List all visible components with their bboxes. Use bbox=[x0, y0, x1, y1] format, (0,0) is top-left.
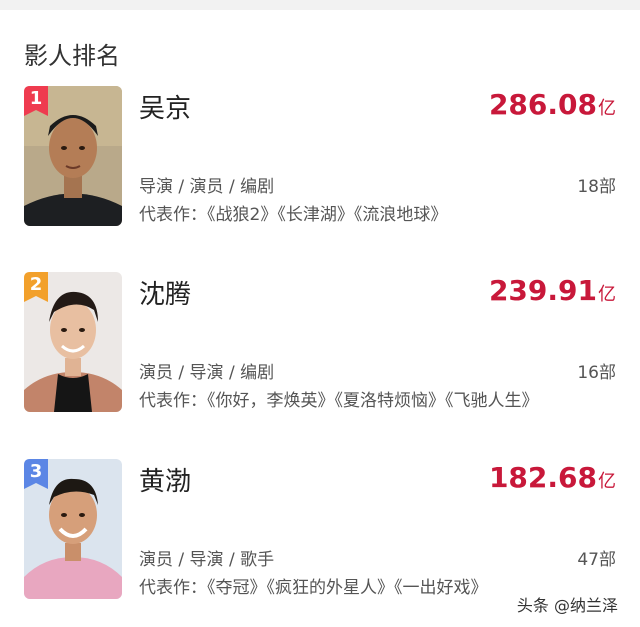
representative-works: 代表作：《你好，李焕英》《夏洛特烦恼》《飞驰人生》 bbox=[139, 391, 539, 411]
section-title: 影人排名 bbox=[24, 42, 120, 70]
representative-works: 代表作：《战狼2》《长津湖》《流浪地球》 bbox=[139, 205, 448, 225]
box-office-unit: 亿 bbox=[598, 471, 616, 492]
top-divider-bar bbox=[0, 0, 640, 10]
ranking-card-1[interactable]: 1 吴京 286.08亿 导演 / 演员 / 编剧 18部 代表作：《战狼2》《… bbox=[0, 86, 640, 246]
representative-works: 代表作：《夺冠》《疯狂的外星人》《一出好戏》 bbox=[139, 578, 488, 598]
film-count: 47部 bbox=[577, 550, 616, 570]
person-roles: 演员 / 导演 / 编剧 bbox=[139, 363, 275, 383]
person-name[interactable]: 沈腾 bbox=[139, 274, 191, 311]
rank-badge-3: 3 bbox=[24, 459, 52, 493]
person-name[interactable]: 黄渤 bbox=[139, 461, 191, 498]
rank-badge-2: 2 bbox=[24, 272, 52, 306]
box-office-value: 239.91亿 bbox=[488, 274, 616, 307]
box-office-value: 286.08亿 bbox=[488, 88, 616, 121]
box-office-value: 182.68亿 bbox=[488, 461, 616, 494]
box-office-unit: 亿 bbox=[598, 284, 616, 305]
person-roles: 导演 / 演员 / 编剧 bbox=[139, 177, 275, 197]
person-name[interactable]: 吴京 bbox=[139, 88, 191, 125]
ranking-card-2[interactable]: 2 沈腾 239.91亿 演员 / 导演 / 编剧 16部 代表作：《你好，李焕… bbox=[0, 272, 640, 432]
film-count: 16部 bbox=[577, 363, 616, 383]
watermark: 头条 @纳兰泽 bbox=[516, 596, 618, 615]
person-roles: 演员 / 导演 / 歌手 bbox=[139, 550, 275, 570]
film-count: 18部 bbox=[577, 177, 616, 197]
rank-badge-1: 1 bbox=[24, 86, 52, 120]
box-office-unit: 亿 bbox=[598, 98, 616, 119]
